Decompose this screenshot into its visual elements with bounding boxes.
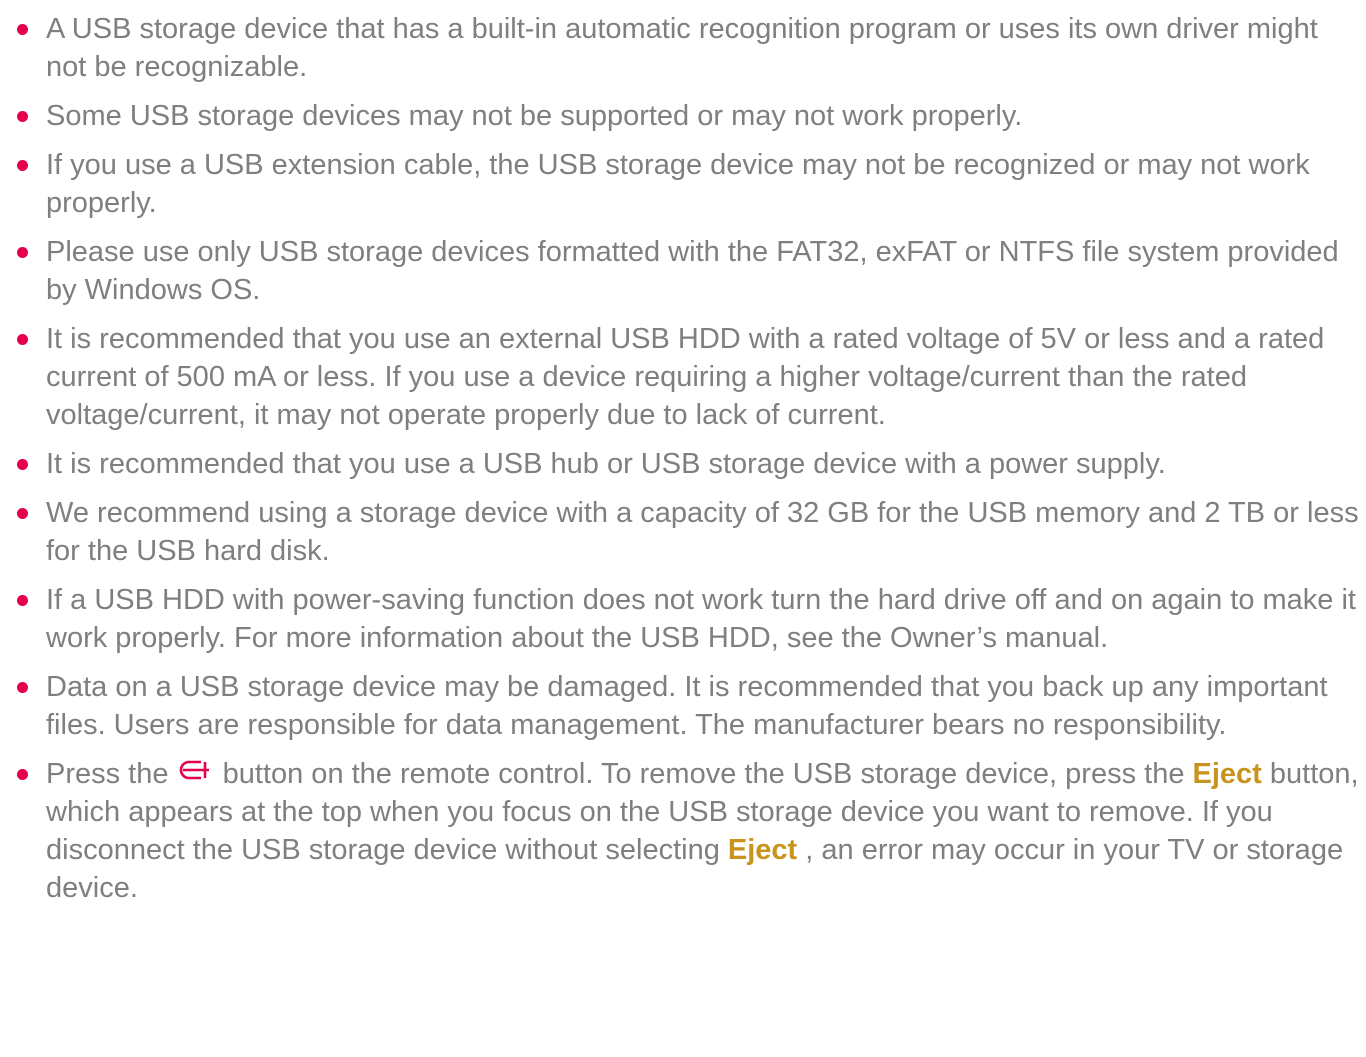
list-item: Some USB storage devices may not be supp…	[16, 97, 1361, 135]
usb-notes-list: A USB storage device that has a built-in…	[16, 0, 1361, 907]
note-text: If you use a USB extension cable, the US…	[46, 149, 1310, 219]
eject-term: Eject	[1192, 758, 1262, 790]
note-text: Please use only USB storage devices form…	[46, 236, 1339, 306]
list-item: If you use a USB extension cable, the US…	[16, 146, 1361, 222]
bullet-icon	[17, 769, 28, 780]
bullet-icon	[17, 160, 28, 171]
note-text: It is recommended that you use a USB hub…	[46, 448, 1166, 480]
list-item: It is recommended that you use an extern…	[16, 320, 1361, 434]
list-item: A USB storage device that has a built-in…	[16, 10, 1361, 86]
list-item-eject-instructions: Press the button on the remote control. …	[16, 755, 1361, 907]
input-source-icon	[179, 760, 209, 780]
note-text: Some USB storage devices may not be supp…	[46, 100, 1023, 132]
bullet-icon	[17, 682, 28, 693]
list-item: We recommend using a storage device with…	[16, 494, 1361, 570]
bullet-icon	[17, 595, 28, 606]
note-text: A USB storage device that has a built-in…	[46, 13, 1318, 83]
list-item: Please use only USB storage devices form…	[16, 233, 1361, 309]
note-text: It is recommended that you use an extern…	[46, 323, 1325, 431]
bullet-icon	[17, 247, 28, 258]
list-item: Data on a USB storage device may be dama…	[16, 668, 1361, 744]
bullet-icon	[17, 111, 28, 122]
note-text-part: Press the	[46, 758, 169, 790]
note-text-part: button on the remote control. To remove …	[222, 758, 1193, 790]
list-item: It is recommended that you use a USB hub…	[16, 445, 1361, 483]
note-text: If a USB HDD with power-saving function …	[46, 584, 1356, 654]
note-text: We recommend using a storage device with…	[46, 497, 1359, 567]
bullet-icon	[17, 508, 28, 519]
list-item: If a USB HDD with power-saving function …	[16, 581, 1361, 657]
bullet-icon	[17, 24, 28, 35]
bullet-icon	[17, 459, 28, 470]
eject-term: Eject	[727, 834, 798, 866]
note-text: Data on a USB storage device may be dama…	[46, 671, 1328, 741]
bullet-icon	[17, 334, 28, 345]
